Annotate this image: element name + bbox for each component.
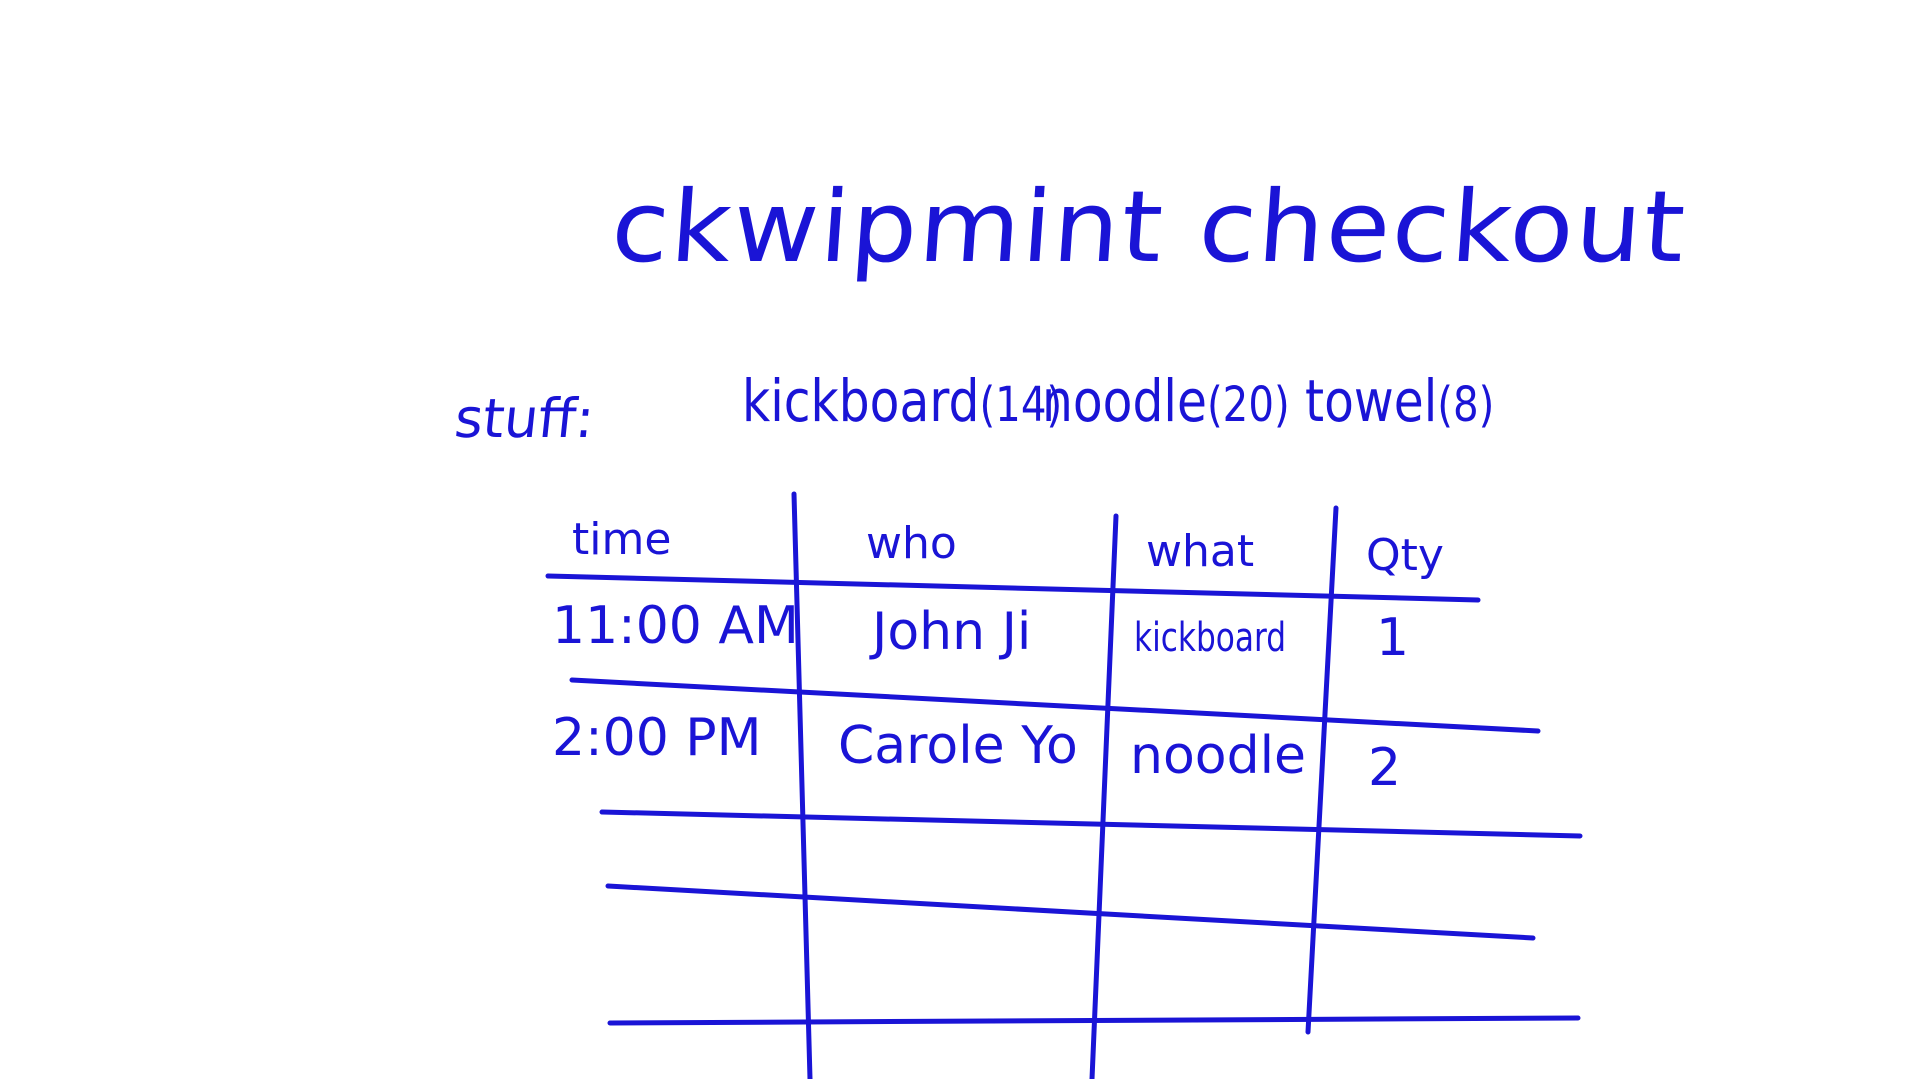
row1-what: kickboard	[1134, 615, 1287, 661]
stuff-label: stuff:	[451, 387, 598, 450]
stuff-item-name: kickboard	[742, 367, 980, 435]
header-who: who	[866, 518, 957, 569]
whiteboard-canvas: ckwipmint checkout stuff: kickboard(14) …	[0, 0, 1919, 1079]
row2-who: Carole Yo	[838, 716, 1078, 776]
column-divider-3	[1305, 505, 1339, 1035]
stuff-item-towel: towel(8)	[1305, 372, 1494, 430]
page-title: ckwipmint checkout	[607, 169, 1691, 285]
row2-what: noodle	[1130, 726, 1307, 786]
row-rule-3	[605, 883, 1536, 941]
row1-who: John Ji	[872, 602, 1032, 662]
checkout-table-grid	[545, 491, 1583, 1079]
header-what: what	[1146, 526, 1255, 577]
stuff-item-count: (20)	[1206, 377, 1290, 433]
row1-time: 11:00 AM	[552, 596, 799, 656]
stuff-item-count: (8)	[1437, 377, 1495, 433]
stuff-item-name: towel	[1305, 367, 1438, 435]
row1-qty: 1	[1376, 608, 1410, 668]
stuff-item-noodle: noodle(20)	[1042, 372, 1290, 430]
column-divider-2	[1089, 513, 1119, 1079]
row2-time: 2:00 PM	[552, 708, 762, 768]
row-rule-2	[599, 809, 1583, 839]
stuff-item-kickboard: kickboard(14)	[742, 372, 1062, 430]
header-time: time	[572, 514, 672, 565]
stuff-item-name: noodle	[1042, 367, 1207, 435]
row2-qty: 2	[1368, 738, 1402, 798]
header-qty: Qty	[1366, 530, 1444, 581]
